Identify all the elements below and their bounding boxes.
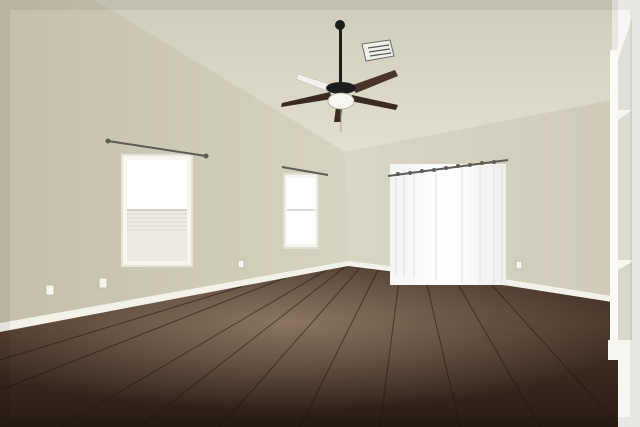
room-illustration xyxy=(0,0,640,427)
left-window xyxy=(121,154,193,267)
room-photo xyxy=(0,0,640,427)
middle-window xyxy=(283,173,319,249)
curtained-window xyxy=(390,164,506,285)
